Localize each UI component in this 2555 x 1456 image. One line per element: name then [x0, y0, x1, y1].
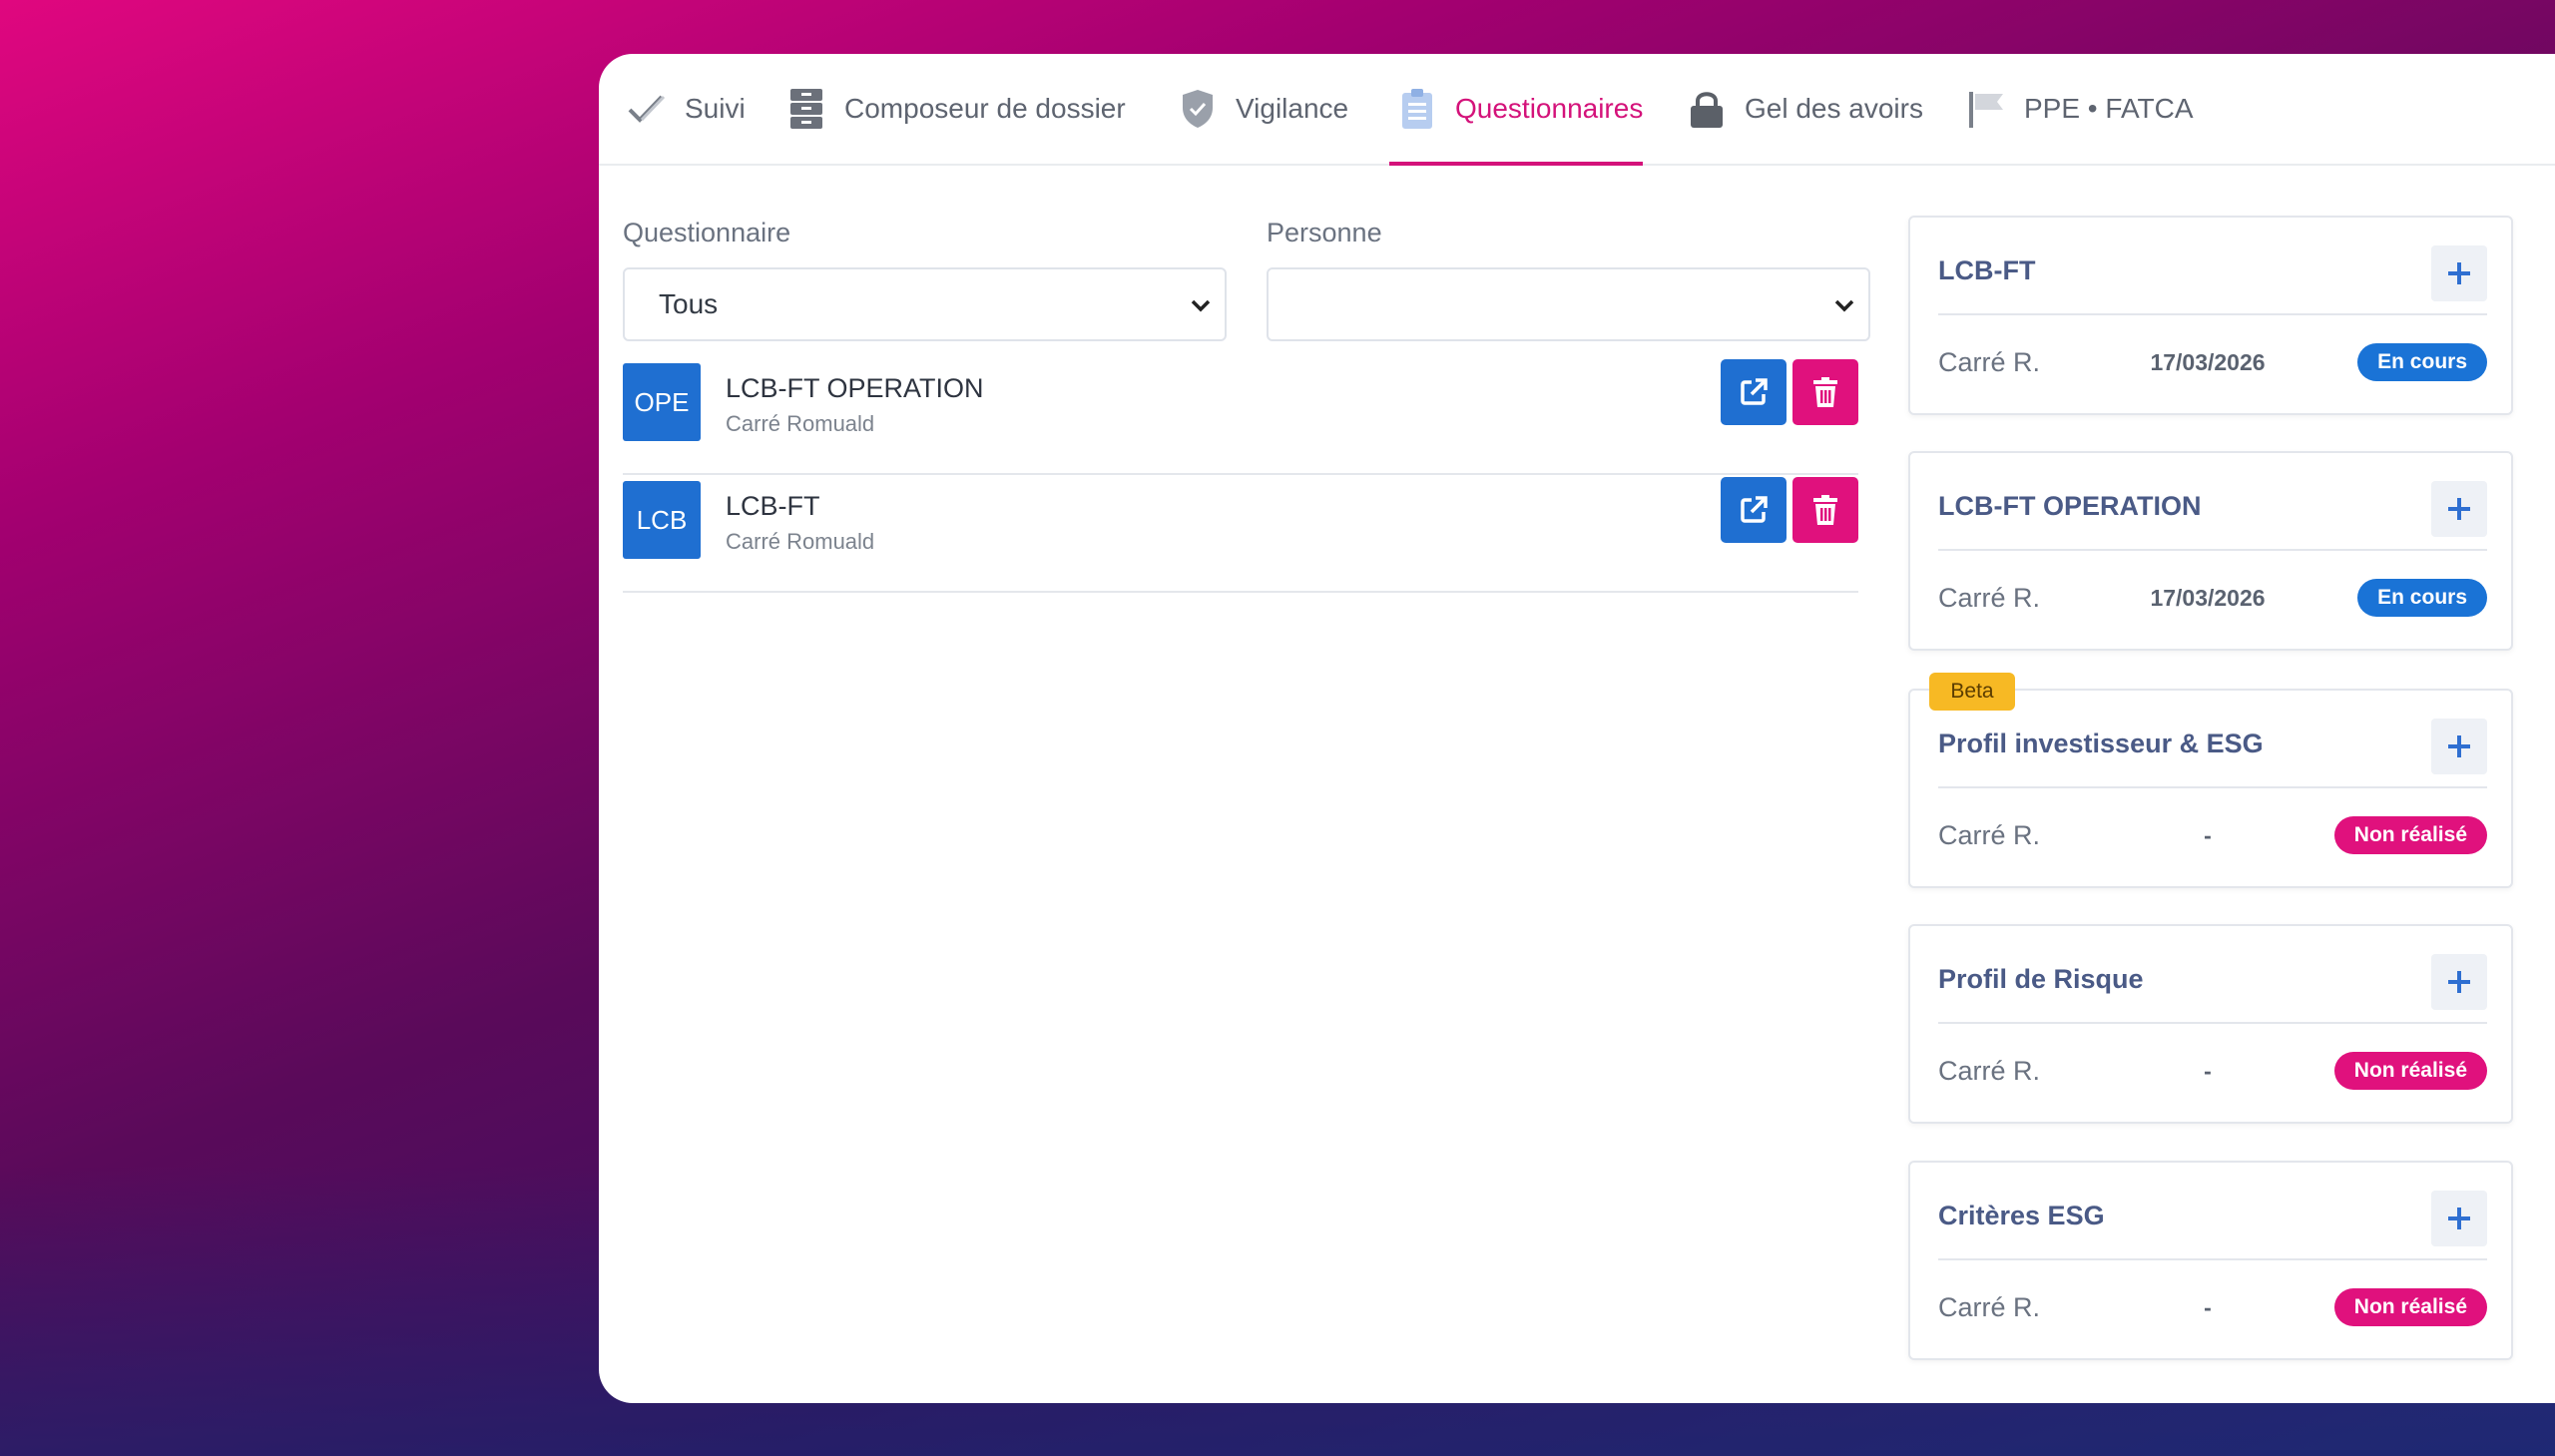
- plus-icon: [2448, 498, 2470, 520]
- add-button[interactable]: [2431, 245, 2487, 301]
- tab-label: Vigilance: [1236, 93, 1349, 124]
- card-date: 17/03/2026: [2150, 585, 2266, 611]
- card-person: Carré R.: [1938, 1292, 2041, 1322]
- tab-composeur-de-dossier[interactable]: Composeur de dossier: [786, 54, 1126, 164]
- add-button[interactable]: [2431, 1191, 2487, 1246]
- flag-icon: [1966, 89, 2006, 129]
- questionnaire-card-lcb-ft: LCB-FT Carré R. 17/03/2026 En cours: [1908, 216, 2513, 415]
- status-badge: Non réalisé: [2333, 1052, 2487, 1090]
- external-link-icon: [1741, 496, 1768, 523]
- personne-select[interactable]: [1267, 267, 1870, 341]
- tab-suivi[interactable]: Suivi: [627, 54, 746, 164]
- tab-label: Gel des avoirs: [1745, 93, 1923, 124]
- card-title: Profil de Risque: [1938, 964, 2144, 994]
- delete-button[interactable]: [1792, 477, 1858, 543]
- tab-bar: Suivi Composeur de dossier Vigilance Que…: [599, 54, 2555, 166]
- lock-icon: [1687, 89, 1727, 129]
- status-badge: En cours: [2357, 343, 2487, 381]
- trash-icon: [1813, 377, 1837, 407]
- card-date: 17/03/2026: [2150, 349, 2266, 375]
- beta-badge: Beta: [1929, 673, 2015, 711]
- card-date: -: [2204, 1294, 2212, 1320]
- questionnaire-card-profil-investisseur: Profil investisseur & ESG Carré R. - Non…: [1908, 689, 2513, 888]
- trash-icon: [1813, 495, 1837, 525]
- status-badge: En cours: [2357, 579, 2487, 617]
- tab-label: PPE • FATCA: [2024, 93, 2194, 124]
- tab-questionnaires[interactable]: Questionnaires: [1388, 54, 1644, 166]
- tab-label: Suivi: [685, 93, 746, 124]
- plus-icon: [2448, 735, 2470, 757]
- card-date: -: [2204, 822, 2212, 848]
- card-person: Carré R.: [1938, 820, 2041, 850]
- divider: [1938, 786, 2487, 788]
- avatar: OPE: [623, 363, 701, 441]
- tab-gel-des-avoirs[interactable]: Gel des avoirs: [1687, 54, 1923, 164]
- questionnaire-card-profil-de-risque: Profil de Risque Carré R. - Non réalisé: [1908, 924, 2513, 1124]
- divider: [1938, 1022, 2487, 1024]
- questionnaire-title: LCB-FT: [726, 491, 820, 521]
- questionnaire-card-criteres-esg: Critères ESG Carré R. - Non réalisé: [1908, 1161, 2513, 1360]
- clipboard-icon: [1397, 89, 1437, 129]
- tab-label: Questionnaires: [1455, 93, 1644, 124]
- divider: [1938, 1258, 2487, 1260]
- add-button[interactable]: [2431, 954, 2487, 1010]
- plus-icon: [2448, 971, 2470, 993]
- main-panel: Suivi Composeur de dossier Vigilance Que…: [599, 54, 2555, 1403]
- delete-button[interactable]: [1792, 359, 1858, 425]
- shield-check-icon: [1178, 89, 1218, 129]
- avatar: LCB: [623, 481, 701, 559]
- questionnaire-card-lcb-ft-operation: LCB-FT OPERATION Carré R. 17/03/2026 En …: [1908, 451, 2513, 651]
- tab-label: Composeur de dossier: [844, 93, 1126, 124]
- questionnaire-select-value: Tous: [659, 288, 719, 319]
- card-title: Profil investisseur & ESG: [1938, 728, 2264, 758]
- status-badge: Non réalisé: [2333, 816, 2487, 854]
- chevron-down-icon: [1834, 299, 1854, 312]
- card-title: LCB-FT OPERATION: [1938, 491, 2202, 521]
- list-item[interactable]: OPE LCB-FT OPERATION Carré Romuald: [623, 355, 1858, 475]
- open-external-button[interactable]: [1721, 477, 1787, 543]
- card-date: -: [2204, 1058, 2212, 1084]
- chevron-down-icon: [1191, 299, 1211, 312]
- card-title: Critères ESG: [1938, 1201, 2105, 1230]
- divider: [1938, 549, 2487, 551]
- questionnaire-person: Carré Romuald: [726, 529, 875, 554]
- tab-vigilance[interactable]: Vigilance: [1178, 54, 1348, 164]
- questionnaire-person: Carré Romuald: [726, 411, 875, 436]
- check-icon: [627, 89, 667, 129]
- plus-icon: [2448, 262, 2470, 284]
- card-person: Carré R.: [1938, 347, 2041, 377]
- add-button[interactable]: [2431, 481, 2487, 537]
- questionnaire-select[interactable]: Tous: [623, 267, 1227, 341]
- status-badge: Non réalisé: [2333, 1288, 2487, 1326]
- add-button[interactable]: [2431, 719, 2487, 774]
- questionnaire-filter-label: Questionnaire: [623, 218, 791, 247]
- list-item[interactable]: LCB LCB-FT Carré Romuald: [623, 473, 1858, 593]
- card-title: LCB-FT: [1938, 255, 2036, 285]
- plus-icon: [2448, 1208, 2470, 1229]
- tab-ppe-fatca[interactable]: PPE • FATCA: [1966, 54, 2194, 164]
- archive-icon: [786, 89, 826, 129]
- card-person: Carré R.: [1938, 1056, 2041, 1086]
- open-external-button[interactable]: [1721, 359, 1787, 425]
- divider: [1938, 313, 2487, 315]
- external-link-icon: [1741, 378, 1768, 405]
- questionnaire-title: LCB-FT OPERATION: [726, 373, 984, 403]
- card-person: Carré R.: [1938, 583, 2041, 613]
- personne-filter-label: Personne: [1267, 218, 1382, 247]
